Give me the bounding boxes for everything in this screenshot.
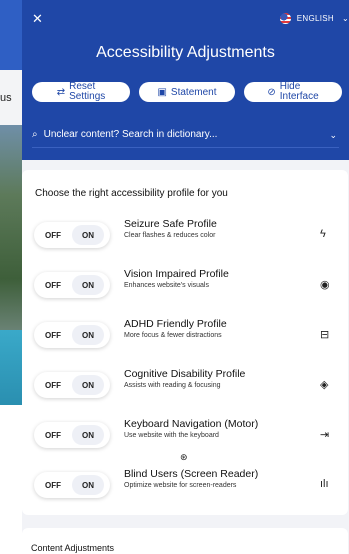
profiles-heading: Choose the right accessibility profile f… [35, 188, 228, 199]
toggle-on-label: ON [72, 375, 104, 395]
language-label: ENGLISH [296, 14, 334, 23]
document-icon: ▣ [157, 86, 167, 98]
profile-description: Clear flashes & reduces color [124, 232, 216, 239]
toggle-off-label: OFF [45, 380, 61, 390]
toggle-off-label: OFF [45, 480, 61, 490]
profiles-card: Choose the right accessibility profile f… [22, 170, 348, 515]
eye-slash-icon: ⊘ [267, 86, 276, 98]
profile-row-seizure-safe: OFF ON Seizure Safe Profile Clear flashe… [34, 218, 340, 252]
toggle-off-label: OFF [45, 330, 61, 340]
search-icon: ⌕ [32, 129, 38, 140]
profile-row-adhd-friendly: OFF ON ADHD Friendly Profile More focus … [34, 318, 340, 352]
chevron-down-icon: ⌄ [341, 14, 349, 23]
profile-name: ADHD Friendly Profile [124, 318, 227, 330]
audio-icon: ılı [320, 478, 329, 490]
statement-button[interactable]: ▣ Statement [139, 82, 235, 102]
profile-name: Blind Users (Screen Reader) [124, 468, 259, 480]
panel-header: ✕ ENGLISH ⌄ Accessibility Adjustments ⇄ … [22, 0, 349, 160]
reset-settings-button[interactable]: ⇄ Reset Settings [32, 82, 130, 102]
statement-label: Statement [170, 86, 217, 98]
content-adjustments-card[interactable]: Content Adjustments [22, 528, 348, 554]
arrow-right-bar-icon: ⇥ [320, 429, 330, 441]
toggle-off-label: OFF [45, 430, 61, 440]
reset-icon: ⇄ [56, 86, 66, 98]
hide-label-line2: Interface [279, 91, 319, 102]
profile-name: Vision Impaired Profile [124, 268, 229, 280]
profile-name: Seizure Safe Profile [124, 218, 217, 230]
target-icon: ◈ [320, 379, 329, 391]
eye-icon: ◉ [320, 279, 330, 291]
profile-row-keyboard-navigation: OFF ON Keyboard Navigation (Motor) Use w… [34, 418, 340, 452]
close-icon[interactable]: ✕ [32, 12, 46, 26]
link-icon: ⊛ [180, 452, 188, 462]
dictionary-search[interactable]: ⌕ Unclear content? Search in dictionary.… [32, 122, 339, 148]
profile-row-blind-users: OFF ON Blind Users (Screen Reader) Optim… [34, 468, 340, 502]
toggle-on-label: ON [72, 475, 104, 495]
profile-row-cognitive-disability: OFF ON Cognitive Disability Profile Assi… [34, 368, 340, 402]
profile-toggle[interactable]: OFF ON [34, 222, 110, 248]
profile-description: Enhances website's visuals [124, 282, 209, 289]
profile-toggle[interactable]: OFF ON [34, 322, 110, 348]
toggle-on-label: ON [72, 425, 104, 445]
profile-description: More focus & fewer distractions [124, 332, 222, 339]
panel-title: Accessibility Adjustments [96, 44, 275, 61]
toggle-on-label: ON [72, 325, 104, 345]
reset-label-line2: Settings [69, 91, 106, 102]
search-placeholder: Unclear content? Search in dictionary... [43, 129, 218, 140]
profile-description: Optimize website for screen-readers [124, 482, 237, 489]
language-selector[interactable]: ENGLISH ⌄ [279, 13, 349, 24]
profile-name: Cognitive Disability Profile [124, 368, 246, 380]
action-buttons: ⇄ Reset Settings ▣ Statement ⊘ Hide Inte… [32, 82, 342, 102]
profile-toggle[interactable]: OFF ON [34, 372, 110, 398]
page-partial-text: us [0, 92, 12, 104]
toggle-off-label: OFF [45, 230, 61, 240]
profile-row-vision-impaired: OFF ON Vision Impaired Profile Enhances … [34, 268, 340, 302]
hide-interface-button[interactable]: ⊘ Hide Interface [244, 82, 342, 102]
profile-toggle[interactable]: OFF ON [34, 422, 110, 448]
profile-toggle[interactable]: OFF ON [34, 472, 110, 498]
profile-description: Use website with the keyboard [124, 432, 219, 439]
toggle-off-label: OFF [45, 280, 61, 290]
chevron-down-icon: ⌄ [329, 130, 337, 140]
toggle-on-label: ON [72, 225, 104, 245]
us-flag-icon [279, 13, 291, 24]
focus-icon: ⊟ [320, 329, 330, 341]
profile-description: Assists with reading & focusing [124, 382, 221, 389]
profile-toggle[interactable]: OFF ON [34, 272, 110, 298]
accessibility-panel: ✕ ENGLISH ⌄ Accessibility Adjustments ⇄ … [22, 0, 349, 554]
bolt-icon: ϟ [320, 228, 326, 240]
toggle-on-label: ON [72, 275, 104, 295]
profile-name: Keyboard Navigation (Motor) [124, 418, 259, 430]
content-adjustments-heading: Content Adjustments [31, 543, 115, 553]
